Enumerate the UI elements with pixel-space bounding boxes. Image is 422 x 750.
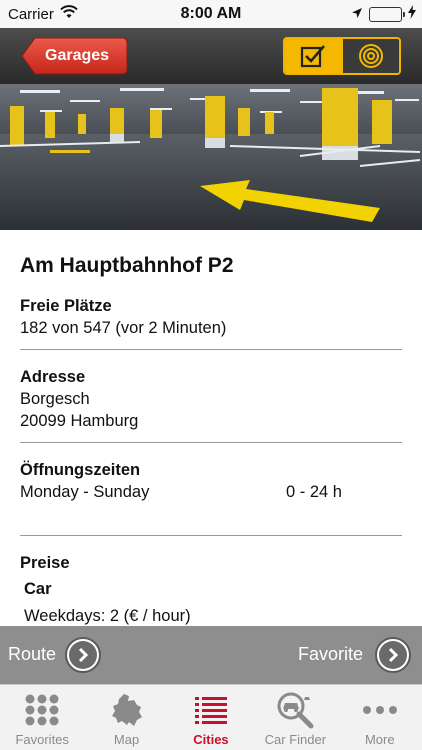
tab-map[interactable]: Map (84, 685, 168, 750)
price-weekdays: Weekdays: 2 (€ / hour) (24, 607, 191, 625)
chevron-right-icon (388, 647, 399, 663)
tab-bar: Favorites Map Cities Car Finder More (0, 684, 422, 750)
opening-hours-row: Monday - Sunday 0 - 24 h (20, 481, 402, 503)
tab-label: Car Finder (264, 732, 327, 747)
target-icon (359, 44, 383, 68)
favorite-button[interactable] (375, 637, 411, 673)
view-mode-segmented-control (283, 37, 401, 75)
tab-more[interactable]: More (338, 685, 422, 750)
back-button-label: Garages (45, 47, 110, 64)
address-label: Adresse (20, 368, 86, 386)
target-segment[interactable] (341, 39, 399, 73)
back-button[interactable]: Garages (21, 37, 128, 75)
opening-days: Monday - Sunday (20, 483, 150, 501)
europe-map-icon (111, 694, 142, 726)
tab-label: Cities (193, 732, 229, 747)
tab-label: Map (113, 732, 140, 747)
divider (20, 535, 402, 536)
opening-hours-section: Öffnungszeiten Monday - Sunday 0 - 24 h (20, 459, 402, 503)
list-icon (194, 697, 227, 724)
price-category: Car (24, 580, 52, 598)
route-label: Route (8, 644, 57, 664)
favorite-label: Favorite (298, 644, 364, 664)
divider (20, 349, 402, 350)
tab-cities[interactable]: Cities (169, 685, 253, 750)
checklist-segment[interactable] (285, 39, 341, 73)
prices-section: Preise Car Weekdays: 2 (€ / hour) (20, 552, 402, 626)
tab-car-finder[interactable]: Car Finder (253, 685, 337, 750)
tab-label: Favorites (15, 732, 69, 747)
tab-label: More (364, 732, 395, 747)
garage-name: Am Hauptbahnhof P2 (20, 254, 234, 277)
more-dots-icon (362, 706, 397, 714)
address-city: 20099 Hamburg (20, 412, 139, 430)
opening-hours-label: Öffnungszeiten (20, 461, 141, 479)
grid-dots-icon (25, 694, 59, 726)
garage-details: Am Hauptbahnhof P2 Freie Plätze 182 von … (0, 230, 422, 626)
tab-favorites[interactable]: Favorites (0, 685, 84, 750)
battery-icon (369, 6, 405, 22)
chevron-right-icon (78, 647, 89, 663)
charging-bolt-icon (408, 5, 416, 23)
free-spaces-section: Freie Plätze 182 von 547 (vor 2 Minuten) (20, 295, 402, 339)
opening-hours-value: 0 - 24 h (286, 483, 342, 501)
free-spaces-value: 182 von 547 (vor 2 Minuten) (20, 319, 227, 337)
navigation-bar: Garages (0, 28, 422, 84)
divider (20, 442, 402, 443)
free-spaces-label: Freie Plätze (20, 297, 112, 315)
prices-label: Preise (20, 554, 70, 572)
status-right (351, 5, 416, 23)
location-arrow-icon (351, 6, 363, 23)
status-bar: Carrier 8:00 AM (0, 0, 422, 28)
garage-photo (0, 84, 422, 230)
route-button[interactable] (65, 637, 101, 673)
address-street: Borgesch (20, 390, 90, 408)
car-search-icon (277, 692, 314, 729)
address-section: Adresse Borgesch 20099 Hamburg (20, 366, 402, 432)
action-bar: Route Favorite (0, 626, 422, 684)
checklist-icon (300, 45, 325, 68)
